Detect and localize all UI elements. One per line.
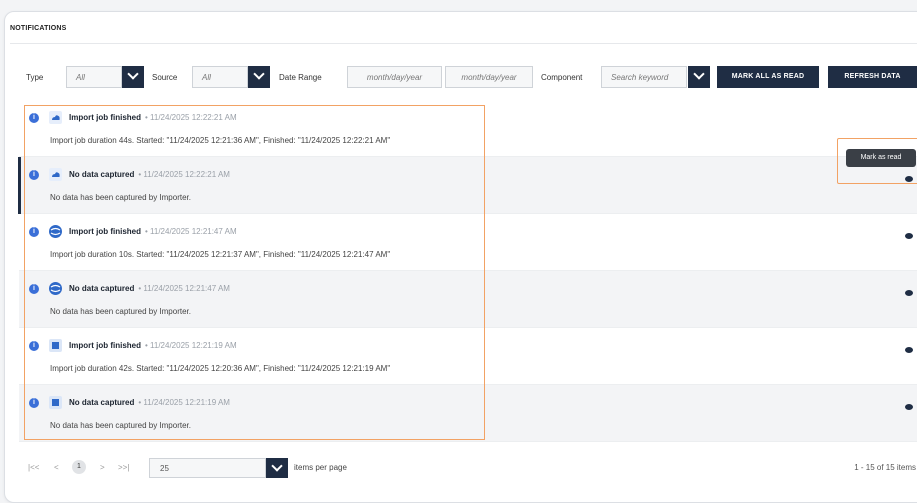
- per-page-select[interactable]: 25: [149, 458, 266, 478]
- source-dropdown-button[interactable]: [248, 66, 270, 88]
- outlook-icon: [49, 339, 62, 352]
- component-label: Component: [541, 73, 583, 82]
- notification-timestamp: • 11/24/2025 12:21:47 AM: [138, 284, 230, 293]
- page-title: NOTIFICATIONS: [10, 25, 67, 32]
- chevron-down-icon: [253, 68, 265, 80]
- eye-icon[interactable]: [905, 233, 913, 239]
- info-icon: i: [29, 227, 39, 237]
- notification-title: No data captured: [69, 284, 135, 293]
- info-icon: i: [29, 284, 39, 294]
- source-label: Source: [152, 73, 178, 82]
- eye-icon[interactable]: [905, 404, 913, 410]
- date-to-input[interactable]: month/day/year: [445, 66, 533, 88]
- selected-indicator: [18, 157, 21, 214]
- notification-timestamp: • 11/24/2025 12:22:21 AM: [145, 113, 237, 122]
- component-search-input[interactable]: Search keyword: [601, 66, 687, 88]
- notification-title: Import job finished: [69, 341, 141, 350]
- notification-description: Import job duration 10s. Started: "11/24…: [50, 250, 391, 259]
- notification-timestamp: • 11/24/2025 12:22:21 AM: [138, 170, 230, 179]
- date-from-input[interactable]: month/day/year: [347, 66, 442, 88]
- notification-title: Import job finished: [69, 227, 141, 236]
- prev-page-button[interactable]: <: [54, 463, 59, 472]
- eye-icon[interactable]: [905, 290, 913, 296]
- cloud-icon: [49, 111, 62, 124]
- notification-item[interactable]: i Import job finished • 11/24/2025 12:21:…: [19, 214, 917, 271]
- first-page-button[interactable]: |<<: [28, 463, 39, 472]
- globe-icon: [49, 282, 62, 295]
- notification-description: Import job duration 42s. Started: "11/24…: [50, 364, 391, 373]
- info-icon: i: [29, 398, 39, 408]
- per-page-label: items per page: [294, 463, 347, 472]
- info-icon: i: [29, 341, 39, 351]
- notification-item[interactable]: i Import job finished • 11/24/2025 12:22:…: [19, 100, 917, 157]
- next-page-button[interactable]: >: [100, 463, 105, 472]
- notification-item[interactable]: i No data captured • 11/24/2025 12:21:19 …: [19, 385, 917, 442]
- notification-description: No data has been captured by Importer.: [50, 193, 191, 202]
- cloud-icon: [49, 168, 62, 181]
- notification-title: Import job finished: [69, 113, 141, 122]
- date-range-label: Date Range: [279, 73, 322, 82]
- notification-title: No data captured: [69, 170, 135, 179]
- chevron-down-icon: [693, 68, 705, 80]
- outlook-icon: [49, 396, 62, 409]
- notification-list: i Import job finished • 11/24/2025 12:22:…: [18, 100, 917, 442]
- type-label: Type: [26, 73, 44, 82]
- component-dropdown-button[interactable]: [688, 66, 710, 88]
- notification-description: No data has been captured by Importer.: [50, 421, 191, 430]
- chevron-down-icon: [271, 460, 283, 472]
- notification-description: No data has been captured by Importer.: [50, 307, 191, 316]
- eye-icon[interactable]: [905, 347, 913, 353]
- type-dropdown-button[interactable]: [122, 66, 144, 88]
- notification-description: Import job duration 44s. Started: "11/24…: [50, 136, 391, 145]
- info-icon: i: [29, 170, 39, 180]
- last-page-button[interactable]: >>|: [118, 463, 129, 472]
- globe-icon: [49, 225, 62, 238]
- type-select[interactable]: All: [66, 66, 122, 88]
- pagination: |<< < 1 > >>| 25 items per page 1 - 15 o…: [24, 458, 917, 480]
- source-select[interactable]: All: [192, 66, 248, 88]
- divider: [10, 43, 917, 44]
- notification-timestamp: • 11/24/2025 12:21:19 AM: [138, 398, 230, 407]
- notification-item[interactable]: i Import job finished • 11/24/2025 12:21:…: [19, 328, 917, 385]
- per-page-dropdown-button[interactable]: [266, 458, 288, 478]
- notification-item[interactable]: i No data captured • 11/24/2025 12:21:47 …: [19, 271, 917, 328]
- items-count: 1 - 15 of 15 items: [854, 463, 916, 472]
- refresh-data-button[interactable]: REFRESH DATA: [828, 66, 917, 88]
- current-page[interactable]: 1: [72, 460, 86, 474]
- mark-as-read-tooltip: Mark as read: [846, 149, 916, 167]
- notification-item[interactable]: i No data captured • 11/24/2025 12:22:21 …: [18, 157, 917, 214]
- mark-all-read-button[interactable]: MARK ALL AS READ: [717, 66, 819, 88]
- notification-timestamp: • 11/24/2025 12:21:47 AM: [145, 227, 237, 236]
- notification-timestamp: • 11/24/2025 12:21:19 AM: [145, 341, 237, 350]
- chevron-down-icon: [127, 68, 139, 80]
- notification-title: No data captured: [69, 398, 135, 407]
- info-icon: i: [29, 113, 39, 123]
